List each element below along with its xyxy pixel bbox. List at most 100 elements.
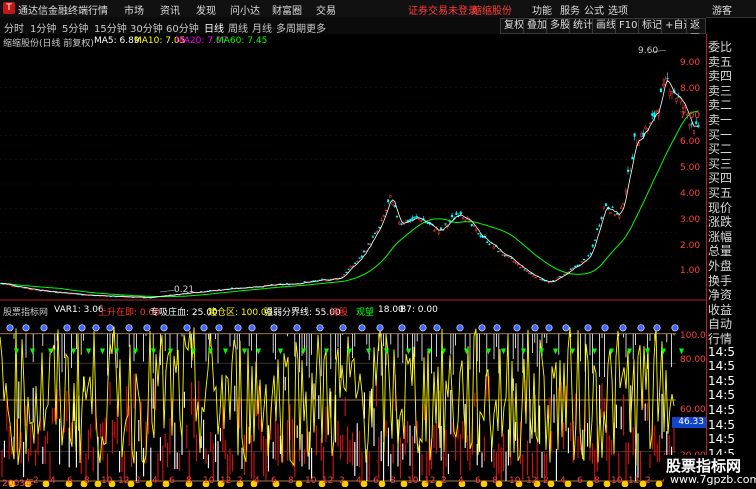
chart-area[interactable] (0, 34, 706, 487)
candle-body (558, 276, 561, 278)
buy-signal-icon (376, 324, 384, 332)
login-alert[interactable]: 证券交易未登录 (408, 2, 478, 17)
candle-body (321, 278, 324, 280)
menu-item[interactable]: 服务 (560, 2, 580, 17)
period-tab[interactable]: 周线 (228, 20, 248, 35)
candle-body (541, 279, 544, 281)
buy-signal-icon (200, 324, 208, 332)
candle-body (382, 215, 385, 217)
period-tab[interactable]: 多周期 (276, 20, 306, 35)
buy-signal-icon (653, 324, 661, 332)
period-tab[interactable]: 月线 (252, 20, 272, 35)
candle-body (530, 273, 533, 275)
y-axis-label: 1.00 (680, 266, 701, 276)
stock-name: 缩缩股份 (472, 6, 512, 17)
buy-signal-icon (63, 324, 71, 332)
buy-signal-icon (160, 324, 168, 332)
period-tab[interactable]: 分时 (4, 20, 24, 35)
candle-body (552, 280, 555, 282)
buy-signal-icon (619, 324, 627, 332)
side-panel-item: 14:5 (708, 344, 735, 359)
buy-signal-icon (78, 324, 86, 332)
candle-body (349, 266, 352, 268)
buy-signal-icon (6, 324, 14, 332)
x-axis-label: 2 (543, 476, 549, 486)
candle-body (602, 206, 605, 209)
candle-body (512, 261, 515, 263)
x-axis-label: 4 (356, 476, 362, 486)
menu-item[interactable]: 公式 (584, 2, 604, 17)
more-tab[interactable]: 更多 (306, 20, 326, 35)
back-button[interactable]: 返回 (686, 18, 706, 45)
candle-body (439, 227, 443, 230)
candle-body (488, 243, 491, 245)
period-tab[interactable]: 60分钟 (166, 20, 199, 35)
period-tab[interactable]: 1分钟 (30, 20, 56, 35)
menu-item[interactable]: 选项 (608, 2, 628, 17)
period-tab[interactable]: 30分钟 (130, 20, 163, 35)
buy-signal-icon (215, 324, 223, 332)
candle-body (611, 206, 614, 208)
candle-body (501, 254, 504, 256)
buy-signal-icon (601, 324, 609, 332)
candle-body (648, 122, 652, 124)
buy-signal-icon (143, 324, 151, 332)
y-axis-label: 6.00 (680, 137, 701, 147)
menu-item[interactable]: 行情 (88, 2, 108, 17)
candle-body (591, 244, 594, 247)
x-axis-label: 12 (322, 476, 334, 486)
candle-body (516, 263, 520, 266)
buy-signal-icon (183, 324, 191, 332)
candle-body (380, 219, 383, 221)
x-axis-label: 12 (628, 476, 640, 486)
candle-body (596, 228, 599, 231)
x-axis-label: 6 (169, 476, 175, 486)
x-axis-label: 10 (611, 476, 623, 486)
current-value-badge: 46.33 (672, 417, 706, 428)
x-axis-label: 4 (254, 476, 260, 486)
candle-body (640, 133, 643, 137)
candle-body (303, 281, 306, 283)
candle-body (633, 133, 636, 137)
candle-body (389, 195, 392, 198)
x-axis-label: 12 (220, 476, 232, 486)
x-axis-label: 8 (186, 476, 192, 486)
sub-panel-name: 股票指标网 (3, 308, 49, 318)
watch-label: 观望 (356, 308, 375, 318)
x-axis-label: 6 (577, 476, 583, 486)
candle-body (670, 91, 674, 95)
x-axis-label: 6 (271, 476, 277, 486)
menu-item[interactable]: 资讯 (160, 2, 180, 17)
sub-y-label: 60.00 (680, 405, 706, 415)
period-tab[interactable]: 5分钟 (62, 20, 88, 35)
app-title: 通达信金融终端 (18, 6, 88, 17)
low-label: 0.21 (174, 285, 195, 295)
buy-signal-icon (531, 324, 539, 332)
menu-item[interactable]: 问小达 (230, 2, 260, 17)
candle-body (655, 110, 658, 113)
period-tab[interactable]: 15分钟 (94, 20, 127, 35)
candle-body (569, 268, 572, 270)
menu-item[interactable]: 财富圈 (272, 2, 302, 17)
menu-item[interactable]: 交易 (316, 2, 336, 17)
buy-signal-icon (562, 324, 570, 332)
menu-item[interactable]: 功能 (532, 2, 552, 17)
buy-signal-icon (637, 324, 645, 332)
x-axis-label: 6 (67, 476, 73, 486)
candle-body (497, 251, 500, 253)
guest-label[interactable]: 游客 (712, 2, 732, 17)
buy-signal-icon (22, 324, 30, 332)
candle-body (563, 273, 566, 276)
x-axis: 2003年 2 4 6 8 10 12 2 4 6 8 10 12 2 4 6 8 10 12 2 4 6 8 10 12 2 4 6… (0, 476, 706, 489)
candle-body (609, 212, 612, 215)
period-tab-active[interactable]: 日线 (204, 20, 224, 35)
menu-item[interactable]: 发现 (196, 2, 216, 17)
x-axis-label: 4 (560, 476, 566, 486)
candle-body (510, 257, 513, 259)
y-axis-label: 3.00 (680, 215, 701, 225)
menu-item[interactable]: 市场 (124, 2, 144, 17)
candle-body (477, 233, 480, 235)
candle-body (666, 77, 669, 80)
side-panel-item: 14:5 (708, 373, 735, 388)
side-panel-item: 14:5 (708, 359, 735, 374)
